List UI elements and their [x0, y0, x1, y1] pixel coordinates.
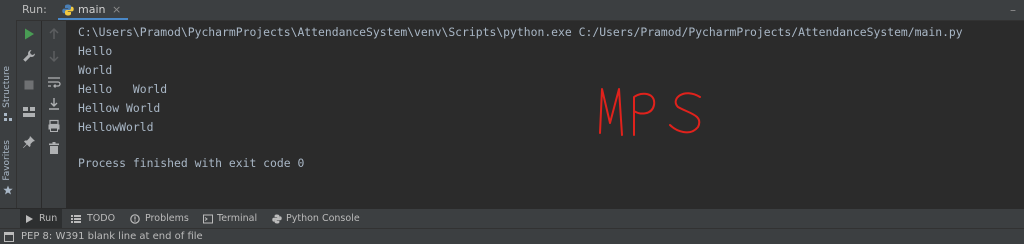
tab-problems[interactable]: Problems — [128, 209, 190, 229]
rerun-icon[interactable] — [22, 27, 36, 41]
tab-main-label: main — [78, 3, 106, 16]
tab-terminal-label: Terminal — [217, 213, 258, 224]
tab-main[interactable]: main × — [58, 0, 128, 20]
window-icon[interactable] — [4, 232, 14, 242]
favorites-label[interactable]: Favorites — [2, 140, 12, 181]
arrow-down-icon[interactable] — [47, 49, 61, 63]
problems-icon — [130, 214, 140, 224]
print-icon[interactable] — [47, 119, 61, 133]
tab-run[interactable]: Run — [20, 209, 62, 229]
trash-icon[interactable] — [47, 141, 61, 155]
status-bar: PEP 8: W391 blank line at end of file — [0, 228, 1024, 244]
tab-todo-label: TODO — [87, 213, 116, 224]
run-label: Run: — [22, 3, 47, 16]
run-toolbar — [17, 21, 41, 208]
arrow-up-icon[interactable] — [47, 27, 61, 41]
close-tab-icon[interactable]: × — [112, 3, 121, 16]
hide-panel-icon[interactable]: – — [1010, 3, 1016, 17]
python-icon — [62, 4, 74, 16]
console-output[interactable]: C:\Users\Pramod\PycharmProjects\Attendan… — [68, 21, 1024, 208]
status-message: PEP 8: W391 blank line at end of file — [21, 231, 203, 242]
structure-icon[interactable] — [3, 112, 13, 122]
soft-wrap-icon[interactable] — [47, 75, 61, 89]
python-console-icon — [272, 214, 282, 224]
console-line: Hello World — [78, 82, 168, 96]
wrench-icon[interactable] — [22, 49, 36, 63]
console-line: HellowWorld — [78, 120, 154, 134]
console-command-line: C:\Users\Pramod\PycharmProjects\Attendan… — [78, 25, 963, 39]
left-tool-strip: Structure Favorites — [0, 0, 17, 208]
tab-run-label: Run — [39, 213, 58, 224]
tab-terminal[interactable]: Terminal — [200, 209, 260, 229]
exit-message: Process finished with exit code 0 — [78, 156, 305, 170]
console-line: World — [78, 63, 113, 77]
layout-icon[interactable] — [22, 105, 36, 119]
scroll-to-end-icon[interactable] — [47, 97, 61, 111]
tab-problems-label: Problems — [145, 213, 189, 224]
structure-label[interactable]: Structure — [2, 66, 12, 108]
pin-icon[interactable] — [22, 135, 36, 149]
star-icon[interactable] — [3, 185, 13, 195]
tab-todo[interactable]: TODO — [68, 209, 118, 229]
bottom-tool-bar: Run TODO Problems Terminal Python Consol… — [0, 208, 1024, 229]
play-icon — [26, 215, 33, 223]
console-toolbar — [42, 21, 66, 208]
stop-icon[interactable] — [22, 78, 36, 92]
console-line: Hello — [78, 44, 113, 58]
run-tool-window-header: Run: main × – — [16, 0, 1024, 21]
mps-handwritten-watermark — [599, 88, 701, 136]
tab-python-console-label: Python Console — [286, 213, 360, 224]
tab-python-console[interactable]: Python Console — [268, 209, 360, 229]
console-line: Hellow World — [78, 101, 161, 115]
list-icon — [71, 215, 81, 223]
terminal-icon — [203, 214, 213, 224]
